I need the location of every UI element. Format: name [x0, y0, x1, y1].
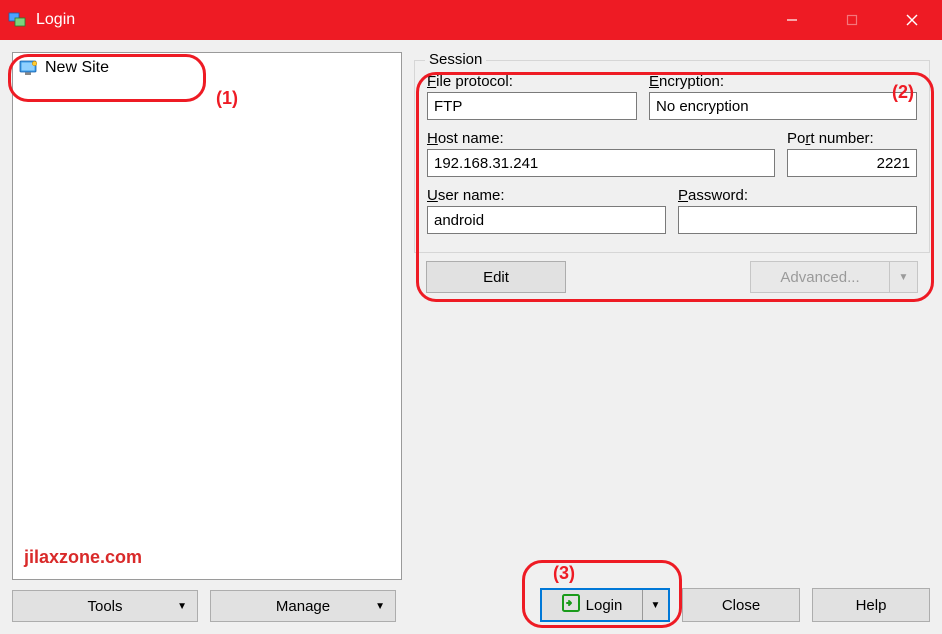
tree-item-new-site[interactable]: New Site [17, 57, 397, 79]
login-button-group: Login ▼ [540, 588, 670, 622]
encryption-label: Encryption: [649, 73, 917, 90]
session-legend: Session [425, 51, 486, 68]
watermark: jilaxzone.com [24, 547, 142, 568]
close-button[interactable] [882, 0, 942, 40]
left-pane: New Site Tools ▼ Manage ▼ [12, 52, 402, 622]
port-number-input[interactable] [787, 149, 917, 177]
encryption-value: No encryption [656, 98, 749, 115]
login-dropdown-arrow[interactable]: ▼ [642, 590, 668, 620]
file-protocol-label: File protocol: [427, 73, 637, 90]
titlebar: Login [0, 0, 942, 40]
bottom-buttons: Login ▼ Close Help [540, 588, 930, 622]
window-title: Login [36, 11, 762, 29]
advanced-button: Advanced... [750, 261, 890, 293]
user-name-input[interactable] [427, 206, 666, 234]
edit-button[interactable]: Edit [426, 261, 566, 293]
content-area: New Site Tools ▼ Manage ▼ Session F [0, 40, 942, 634]
maximize-button[interactable] [822, 0, 882, 40]
window-controls [762, 0, 942, 40]
tools-button-label: Tools [87, 598, 122, 615]
user-name-label: User name: [427, 187, 666, 204]
host-name-input[interactable] [427, 149, 775, 177]
site-tree[interactable]: New Site [12, 52, 402, 580]
password-input[interactable] [678, 206, 917, 234]
chevron-down-icon: ▼ [375, 601, 385, 612]
tree-item-label: New Site [45, 59, 109, 77]
encryption-combo[interactable]: No encryption [649, 92, 917, 120]
advanced-dropdown-arrow: ▼ [890, 261, 918, 293]
help-button[interactable]: Help [812, 588, 930, 622]
right-pane: Session File protocol: FTP Encryption: N… [414, 52, 930, 622]
close-dialog-button[interactable]: Close [682, 588, 800, 622]
host-name-label: Host name: [427, 130, 775, 147]
advanced-button-label: Advanced... [780, 269, 859, 286]
app-icon [8, 10, 28, 30]
file-protocol-value: FTP [434, 98, 462, 115]
login-button[interactable]: Login [542, 590, 642, 620]
password-label: Password: [678, 187, 917, 204]
minimize-button[interactable] [762, 0, 822, 40]
chevron-down-icon: ▼ [177, 601, 187, 612]
port-number-label: Port number: [787, 130, 917, 147]
session-group: Session File protocol: FTP Encryption: N… [414, 60, 930, 253]
manage-button[interactable]: Manage ▼ [210, 590, 396, 622]
monitor-icon [19, 60, 39, 76]
login-icon [562, 594, 580, 616]
manage-button-label: Manage [276, 598, 330, 615]
file-protocol-combo[interactable]: FTP [427, 92, 637, 120]
login-button-label: Login [586, 597, 623, 614]
tools-button[interactable]: Tools ▼ [12, 590, 198, 622]
